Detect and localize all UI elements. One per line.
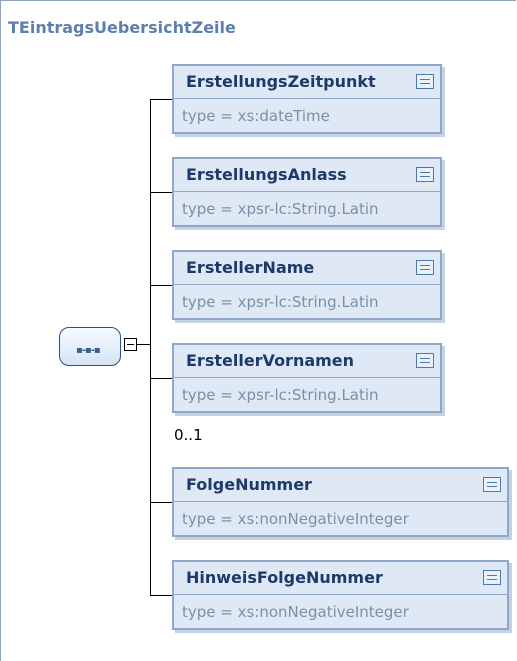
documentation-icon: [416, 353, 434, 368]
sequence-icon: ▪-▪-▪: [76, 345, 101, 356]
connector-horizontal: [137, 344, 150, 345]
element-box[interactable]: ErstellerName type = xpsr-lc:String.Lati…: [172, 250, 442, 320]
connector-vertical: [150, 99, 151, 596]
connector-branch: [150, 285, 172, 286]
element-type: type = xs:nonNegativeInteger: [182, 510, 409, 528]
collapse-toggle[interactable]: [124, 338, 137, 351]
element-name: ErstellerName: [174, 252, 440, 285]
connector-branch: [150, 595, 172, 596]
element-type: type = xpsr-lc:String.Latin: [182, 200, 379, 218]
element-type: type = xpsr-lc:String.Latin: [182, 293, 379, 311]
documentation-icon: [416, 260, 434, 275]
connector-branch: [150, 99, 172, 100]
element-box[interactable]: ErstellungsAnlass type = xpsr-lc:String.…: [172, 157, 442, 227]
connector-branch: [150, 378, 172, 379]
occurrence-label: 0..1: [174, 426, 203, 444]
element-box[interactable]: ErstellerVornamen type = xpsr-lc:String.…: [172, 343, 442, 413]
element-box[interactable]: FolgeNummer type = xs:nonNegativeInteger: [172, 467, 509, 537]
documentation-icon: [483, 570, 501, 585]
complex-type-title: TEintragsUebersichtZeile: [8, 18, 236, 37]
element-name: ErstellungsZeitpunkt: [174, 66, 440, 99]
element-name: ErstellungsAnlass: [174, 159, 440, 192]
element-type: type = xs:dateTime: [182, 107, 330, 125]
sequence-compositor[interactable]: ▪-▪-▪: [59, 327, 121, 366]
element-box[interactable]: ErstellungsZeitpunkt type = xs:dateTime: [172, 64, 442, 134]
connector-branch: [150, 502, 172, 503]
documentation-icon: [416, 74, 434, 89]
connector-branch: [150, 192, 172, 193]
element-name: ErstellerVornamen: [174, 345, 440, 378]
documentation-icon: [483, 477, 501, 492]
element-name: FolgeNummer: [174, 469, 507, 502]
element-type: type = xpsr-lc:String.Latin: [182, 386, 379, 404]
element-name: HinweisFolgeNummer: [174, 562, 507, 595]
documentation-icon: [416, 167, 434, 182]
element-type: type = xs:nonNegativeInteger: [182, 603, 409, 621]
element-box[interactable]: HinweisFolgeNummer type = xs:nonNegative…: [172, 560, 509, 630]
